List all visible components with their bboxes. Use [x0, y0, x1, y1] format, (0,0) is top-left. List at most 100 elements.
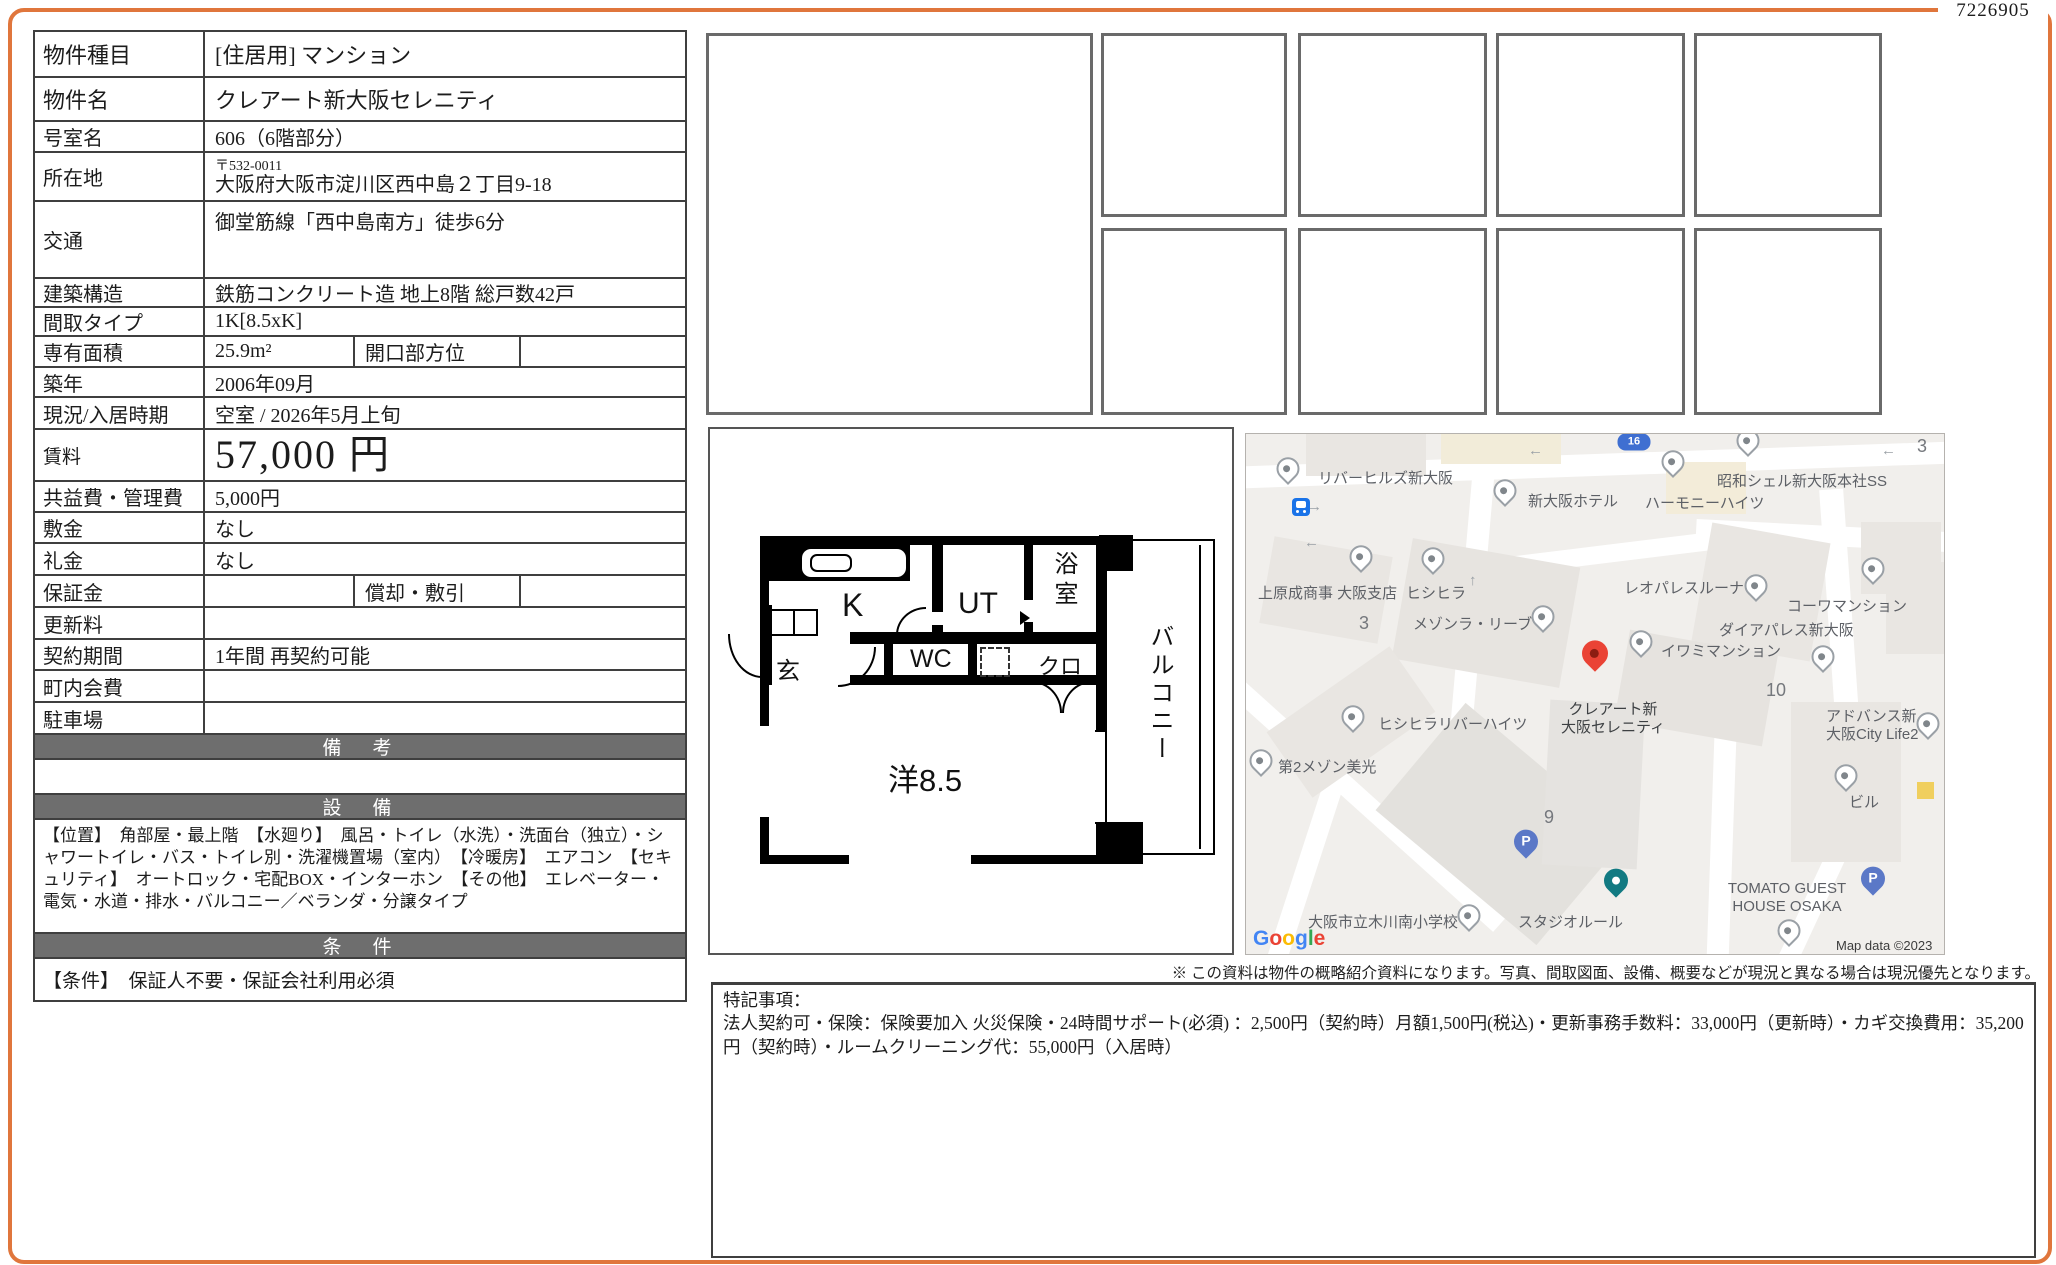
map-place-label: 3	[1359, 613, 1369, 634]
google-logo-letter: G	[1253, 927, 1269, 950]
table-row: 契約期間1年間 再契約可能	[35, 640, 685, 671]
equipment-content: 【位置】 角部屋・最上階 【水廻り】 風呂・トイレ（水洗）・洗面台（独立）・シャ…	[35, 820, 685, 934]
route-shield-icon: 16	[1618, 434, 1651, 451]
place-pin-icon	[1830, 759, 1863, 792]
wall-block	[1099, 535, 1133, 571]
management-fee: 5,000円	[205, 482, 685, 511]
photo-placeholder	[1496, 33, 1685, 217]
contract-term: 1年間 再契約可能	[205, 640, 685, 669]
map-place-label: TOMATO GUEST	[1728, 880, 1846, 897]
table-row: 物件名クレアート新大阪セレニティ	[35, 78, 685, 122]
property-table: 物件種目[住居用] マンション 物件名クレアート新大阪セレニティ 号室名606（…	[33, 30, 687, 1002]
place-pin-icon	[1657, 445, 1690, 478]
road-direction-arrow-icon: ←	[1304, 534, 1319, 551]
table-row: 駐車場	[35, 703, 685, 735]
lodging-pin-icon	[1599, 864, 1633, 898]
room-number: 606（6階部分）	[205, 122, 685, 151]
table-row: 賃料57,000 円	[35, 430, 685, 482]
table-row: 礼金なし	[35, 544, 685, 576]
road-direction-arrow-icon: ←	[1528, 442, 1543, 459]
wall-ut-bath	[1024, 540, 1033, 600]
map-place-label: ハーモニーハイツ	[1645, 492, 1764, 513]
property-type: [住居用] マンション	[205, 38, 685, 70]
table-row: 築年2006年09月	[35, 368, 685, 398]
map-place-label: 第2メゾン美光	[1278, 756, 1376, 777]
table-row: 物件種目[住居用] マンション	[35, 32, 685, 78]
photo-placeholder	[1694, 33, 1882, 217]
special-notes-body: 法人契約可・保険：保険要加入 火災保険・24時間サポート(必須) ：2,500円…	[713, 1011, 2034, 1059]
google-logo: Google	[1253, 927, 1325, 951]
map-place-label: レオパレスルーナ	[1624, 577, 1744, 598]
property-name: クレアート新大阪セレニティ	[205, 83, 685, 115]
document-number: 7226905	[1938, 0, 2048, 24]
google-logo-letter: e	[1314, 927, 1326, 950]
conditions-header: 条 件	[35, 934, 685, 959]
photo-placeholder	[1496, 228, 1685, 415]
place-pin-icon	[1417, 542, 1450, 575]
closet-label: クロ	[1038, 649, 1082, 681]
map-place-label: ヒシヒラリバーハイツ	[1378, 713, 1527, 734]
equipment-header: 設 備	[35, 795, 685, 820]
map-place-label: 大阪City Life2	[1826, 723, 1919, 744]
place-pin-icon	[1807, 640, 1840, 673]
photo-placeholder	[1101, 228, 1287, 415]
access: 御堂筋線「西中島南方」徒歩6分	[205, 202, 685, 235]
floor-area: 25.9m²	[205, 337, 355, 366]
map-place-label: 新大阪ホテル	[1528, 490, 1618, 511]
room-label: 洋8.5	[888, 755, 962, 800]
floorplan: K UT WC 浴室 クロ 玄 洋8.5 バルコニー	[708, 427, 1234, 955]
map-place-label: 9	[1544, 807, 1554, 828]
washer-space	[980, 647, 1010, 677]
place-pin-icon	[1732, 433, 1765, 457]
map-place-label: ヒシヒラ	[1406, 582, 1466, 603]
rent-amount: 57,000 円	[205, 432, 685, 478]
parking-pin-icon: P	[1509, 825, 1543, 859]
place-pin-icon	[1740, 569, 1773, 602]
map-place-label: スタジオルール	[1518, 911, 1623, 932]
photo-placeholder	[1298, 228, 1487, 415]
property-location-pin-icon	[1577, 635, 1614, 672]
table-row: 建築構造鉄筋コンクリート造 地上8階 総戸数42戸	[35, 279, 685, 308]
map-place-label: HOUSE OSAKA	[1732, 898, 1841, 915]
street-address: 大阪府大阪市淀川区西中島２丁目9-18	[215, 174, 685, 196]
wall-wc-right	[968, 632, 977, 685]
window-balcony	[1095, 730, 1105, 824]
remarks-content	[35, 760, 685, 795]
photo-placeholder-main	[706, 33, 1093, 415]
special-notes-title: 特記事項：	[713, 985, 2034, 1011]
table-row: 号室名606（6階部分）	[35, 122, 685, 153]
road-direction-arrow-icon: ←	[1881, 442, 1896, 459]
layout-type: 1K[8.5xK]	[205, 310, 685, 333]
place-pin-icon	[1489, 474, 1522, 507]
wall-k-ut	[932, 540, 943, 612]
photo-placeholder	[1694, 228, 1882, 415]
map-place-label: 10	[1766, 680, 1786, 701]
place-pin-icon	[1245, 744, 1277, 777]
map-place-label: コーワマンション	[1787, 595, 1907, 616]
map-place-label: ビル	[1849, 791, 1879, 812]
entrance-door-arc	[728, 634, 762, 678]
utility-label: UT	[958, 587, 998, 621]
wc-label: WC	[910, 645, 952, 674]
bath-label: 浴室	[1046, 551, 1081, 611]
google-logo-letter: g	[1295, 927, 1308, 950]
address: 〒532-0011 大阪府大阪市淀川区西中島２丁目9-18	[205, 157, 685, 196]
kitchen-sink	[810, 554, 852, 572]
google-logo-letter: o	[1282, 927, 1295, 950]
balcony-inner-line	[1199, 545, 1201, 849]
map-place-label: ダイアパレス新大阪	[1719, 619, 1854, 640]
map-place-label: イワミマンション	[1661, 640, 1781, 661]
place-pin-icon	[1773, 914, 1806, 947]
special-notes-box: 特記事項： 法人契約可・保険：保険要加入 火災保険・24時間サポート(必須) ：…	[711, 982, 2036, 1258]
photo-placeholder	[1101, 33, 1287, 217]
map-place-label: 上原成商事 大阪支店	[1258, 582, 1397, 603]
map-data-credit: Map data ©2023	[1836, 938, 1932, 953]
table-row: 敷金なし	[35, 513, 685, 544]
map-place-label: リバーヒルズ新大阪	[1318, 467, 1453, 488]
table-row: 保証金 償却・敷引	[35, 576, 685, 608]
road-direction-arrow-icon: ↑	[1469, 572, 1477, 589]
kitchen-label: K	[842, 587, 863, 624]
table-row: 間取タイプ1K[8.5xK]	[35, 308, 685, 337]
structure: 鉄筋コンクリート造 地上8階 総戸数42戸	[205, 278, 685, 307]
map-place-label: 3	[1917, 436, 1927, 457]
